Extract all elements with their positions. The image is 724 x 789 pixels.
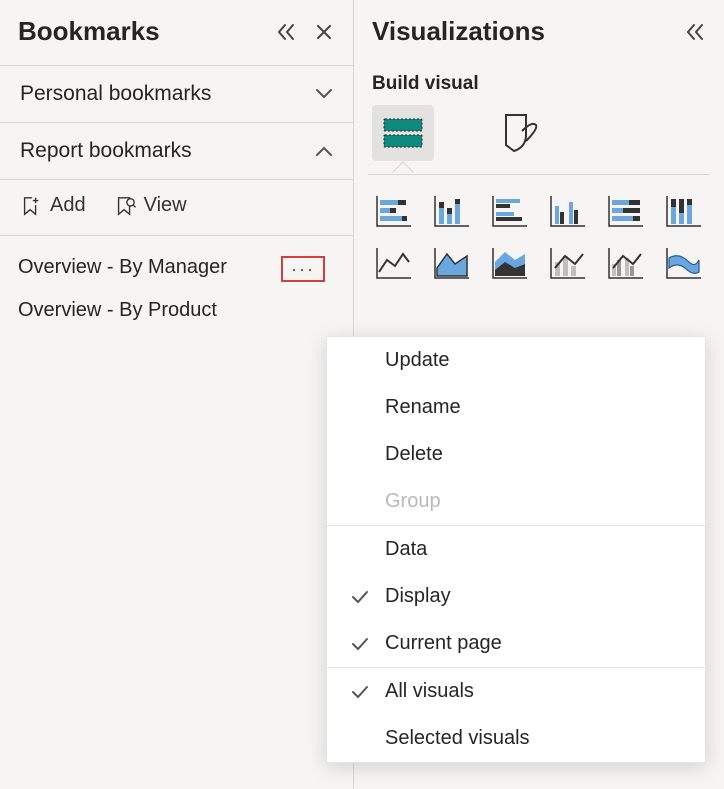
view-label: View: [144, 194, 187, 217]
visualization-types-grid: [354, 175, 724, 299]
hundred-percent-bar-icon[interactable]: [604, 191, 648, 231]
context-data[interactable]: Data: [327, 526, 705, 573]
stacked-area-chart-icon[interactable]: [488, 243, 532, 283]
build-visual-icon: [381, 113, 425, 153]
bookmarks-header-actions: [275, 21, 335, 43]
bookmark-label: Overview - By Product: [18, 299, 217, 322]
collapse-icon[interactable]: [684, 21, 706, 43]
line-clustered-column-icon[interactable]: [604, 243, 648, 283]
line-chart-icon[interactable]: [372, 243, 416, 283]
context-update-label: Update: [385, 349, 450, 372]
context-group-label: Group: [385, 490, 441, 513]
build-mode-tabs: [354, 105, 724, 161]
bookmark-add-icon: [20, 195, 42, 217]
report-bookmarks-actions: Add View: [0, 179, 353, 236]
chevron-up-icon: [315, 142, 333, 160]
bookmarks-pane: Bookmarks Personal bookmarks Report book: [0, 0, 354, 789]
bookmark-label: Overview - By Manager: [18, 256, 227, 279]
context-data-label: Data: [385, 538, 427, 561]
close-icon[interactable]: [313, 21, 335, 43]
stacked-column-chart-icon[interactable]: [430, 191, 474, 231]
check-icon: [349, 685, 371, 699]
hundred-percent-column-icon[interactable]: [662, 191, 706, 231]
context-current-page-label: Current page: [385, 632, 502, 655]
line-stacked-column-icon[interactable]: [546, 243, 590, 283]
context-all-visuals-label: All visuals: [385, 680, 474, 703]
context-display[interactable]: Display: [327, 573, 705, 620]
report-bookmarks-label: Report bookmarks: [20, 139, 192, 163]
visualizations-title: Visualizations: [372, 16, 545, 47]
collapse-icon[interactable]: [275, 21, 297, 43]
bookmark-list: Overview - By Manager ··· Overview - By …: [0, 236, 353, 332]
build-visual-label: Build visual: [354, 65, 724, 105]
visualizations-header-actions: [684, 21, 706, 43]
check-icon: [349, 637, 371, 651]
context-display-label: Display: [385, 585, 451, 608]
personal-bookmarks-section: Personal bookmarks: [0, 65, 353, 122]
context-selected-visuals-label: Selected visuals: [385, 727, 530, 750]
visualizations-header: Visualizations: [354, 0, 724, 65]
bookmark-item[interactable]: Overview - By Product: [0, 289, 353, 332]
check-icon: [349, 590, 371, 604]
context-rename[interactable]: Rename: [327, 384, 705, 431]
report-bookmarks-section: Report bookmarks Add: [0, 122, 353, 332]
context-group: Group: [327, 478, 705, 525]
view-bookmark-button[interactable]: View: [114, 194, 187, 217]
ribbon-chart-icon[interactable]: [662, 243, 706, 283]
format-visual-tab[interactable]: [494, 109, 542, 157]
bookmarks-header: Bookmarks: [0, 0, 353, 65]
context-delete[interactable]: Delete: [327, 431, 705, 478]
context-delete-label: Delete: [385, 443, 443, 466]
personal-bookmarks-header[interactable]: Personal bookmarks: [0, 66, 353, 122]
format-icon: [496, 111, 540, 155]
clustered-column-chart-icon[interactable]: [546, 191, 590, 231]
report-bookmarks-header[interactable]: Report bookmarks: [0, 123, 353, 179]
add-label: Add: [50, 194, 86, 217]
bookmark-view-icon: [114, 195, 136, 217]
context-selected-visuals[interactable]: Selected visuals: [327, 715, 705, 762]
active-tab-caret: [354, 161, 724, 175]
personal-bookmarks-label: Personal bookmarks: [20, 82, 211, 106]
context-all-visuals[interactable]: All visuals: [327, 668, 705, 715]
context-update[interactable]: Update: [327, 337, 705, 384]
bookmarks-title: Bookmarks: [18, 16, 160, 47]
area-chart-icon[interactable]: [430, 243, 474, 283]
context-current-page[interactable]: Current page: [327, 620, 705, 667]
chevron-down-icon: [315, 85, 333, 103]
context-rename-label: Rename: [385, 396, 461, 419]
more-options-button[interactable]: ···: [281, 256, 325, 282]
add-bookmark-button[interactable]: Add: [20, 194, 86, 217]
build-visual-tab[interactable]: [372, 105, 434, 161]
bookmark-context-menu: Update Rename Delete Group Data Display …: [326, 336, 706, 763]
clustered-bar-chart-icon[interactable]: [488, 191, 532, 231]
bookmark-item[interactable]: Overview - By Manager ···: [0, 246, 353, 289]
stacked-bar-chart-icon[interactable]: [372, 191, 416, 231]
